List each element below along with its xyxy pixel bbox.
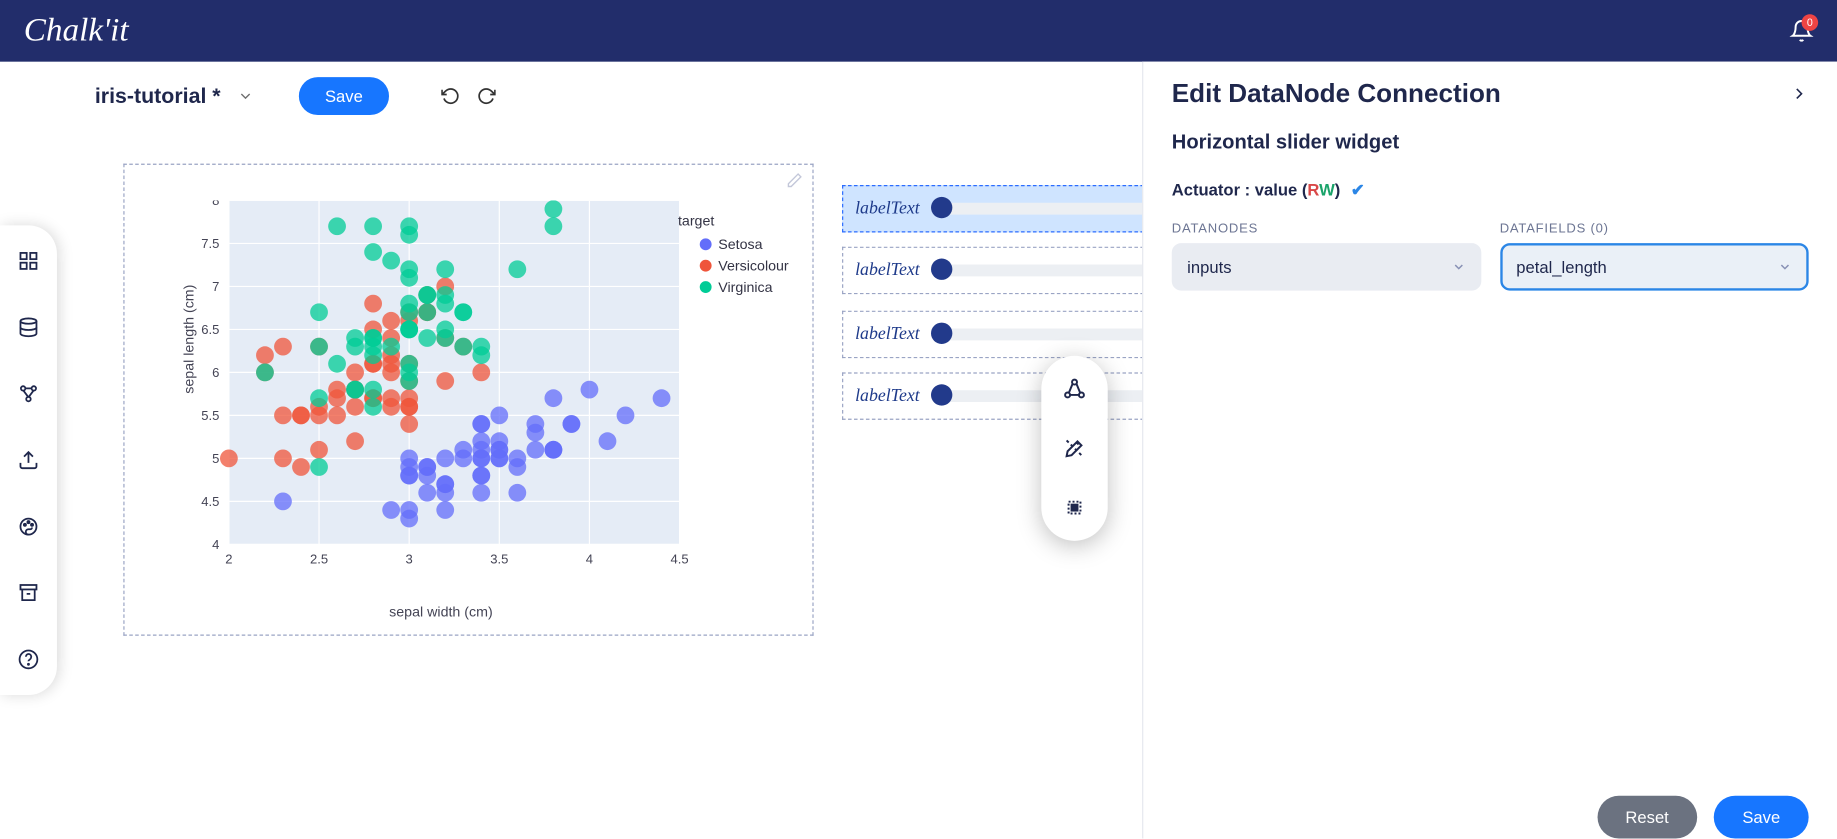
chart-legend[interactable]: target Setosa Versicolour Virginica (678, 212, 789, 300)
datanodes-select[interactable]: inputs (1172, 243, 1481, 290)
right-panel: Edit DataNode Connection Horizontal slid… (1142, 62, 1837, 839)
close-panel-icon[interactable] (1790, 84, 1809, 103)
palette-nav-icon[interactable] (17, 515, 41, 539)
chevron-down-icon (1451, 260, 1465, 274)
plot-area: 2 2.5 3 3.5 4 4.5 4 4.5 5 5.5 6 6.5 7 7.5 8 sepal leng… (181, 200, 800, 587)
datanodes-value: inputs (1187, 257, 1231, 276)
legend-item-versicolour[interactable]: Versicolour (678, 257, 789, 274)
datafields-select[interactable]: petal_length (1500, 243, 1809, 290)
widgets-nav-icon[interactable] (17, 249, 41, 273)
svg-text:5: 5 (212, 451, 219, 466)
project-name[interactable]: iris-tutorial * (95, 84, 221, 109)
svg-text:4.5: 4.5 (671, 551, 689, 566)
svg-text:2: 2 (225, 551, 232, 566)
x-axis-label: sepal width (cm) (389, 604, 493, 621)
check-icon: ✔ (1351, 180, 1365, 199)
redo-icon (477, 87, 496, 106)
svg-text:3: 3 (406, 551, 413, 566)
svg-text:3.5: 3.5 (490, 551, 508, 566)
svg-text:6: 6 (212, 365, 219, 380)
svg-text:8: 8 (212, 200, 219, 208)
left-nav-rail (0, 225, 57, 695)
panel-subtitle: Horizontal slider widget (1172, 130, 1809, 154)
chevron-down-icon (1778, 260, 1792, 274)
svg-text:6.5: 6.5 (201, 322, 219, 337)
notifications-button[interactable]: 0 (1790, 19, 1814, 43)
y-axis-label: sepal length (cm) (180, 285, 197, 394)
app-logo: Chalk'it (24, 12, 129, 50)
chevron-down-icon[interactable] (237, 88, 254, 105)
slider-label: labelText (855, 386, 920, 406)
svg-text:5.5: 5.5 (201, 408, 219, 423)
save-button[interactable]: Save (299, 77, 389, 115)
slider-label: labelText (855, 260, 920, 280)
legend-title: target (678, 212, 789, 229)
help-nav-icon[interactable] (17, 648, 41, 672)
panel-title: Edit DataNode Connection (1172, 78, 1501, 109)
select-tool-icon[interactable] (1063, 496, 1087, 520)
undo-button[interactable] (441, 87, 460, 106)
shape-tool-icon[interactable] (1063, 377, 1087, 401)
database-nav-icon[interactable] (17, 315, 41, 339)
edit-pencil-icon[interactable] (786, 172, 803, 189)
undo-icon (441, 87, 460, 106)
svg-text:4: 4 (586, 551, 593, 566)
canvas-area: 2 2.5 3 3.5 4 4.5 4 4.5 5 5.5 6 6.5 7 7.5 8 sepal leng… (95, 130, 1127, 794)
datanodes-label: DATANODES (1172, 222, 1481, 236)
actuator-row: Actuator : value (RW) ✔ (1172, 180, 1809, 200)
archive-nav-icon[interactable] (17, 581, 41, 605)
export-nav-icon[interactable] (17, 448, 41, 472)
slider-thumb[interactable] (932, 197, 953, 218)
widget-tool-pill (1041, 356, 1107, 541)
svg-text:4: 4 (212, 537, 219, 552)
svg-text:7: 7 (212, 279, 219, 294)
datafields-label: DATAFIELDS (0) (1500, 222, 1809, 236)
panel-save-button[interactable]: Save (1714, 796, 1809, 839)
reset-button[interactable]: Reset (1597, 796, 1697, 839)
datafields-value: petal_length (1516, 257, 1606, 276)
svg-text:2.5: 2.5 (310, 551, 328, 566)
slider-label: labelText (855, 199, 920, 219)
slider-thumb[interactable] (932, 384, 953, 405)
redo-button[interactable] (477, 87, 496, 106)
slider-label: labelText (855, 324, 920, 344)
notification-count: 0 (1802, 14, 1819, 31)
scatter-chart-widget[interactable]: 2 2.5 3 3.5 4 4.5 4 4.5 5 5.5 6 6.5 7 7.5 8 sepal leng… (123, 164, 813, 636)
svg-text:4.5: 4.5 (201, 494, 219, 509)
slider-thumb[interactable] (932, 259, 953, 280)
legend-item-virginica[interactable]: Virginica (678, 279, 789, 296)
style-tool-icon[interactable] (1063, 436, 1087, 460)
top-bar: Chalk'it 0 (0, 0, 1837, 62)
svg-text:7.5: 7.5 (201, 236, 219, 251)
legend-item-setosa[interactable]: Setosa (678, 236, 789, 253)
connections-nav-icon[interactable] (17, 382, 41, 406)
slider-thumb[interactable] (932, 323, 953, 344)
